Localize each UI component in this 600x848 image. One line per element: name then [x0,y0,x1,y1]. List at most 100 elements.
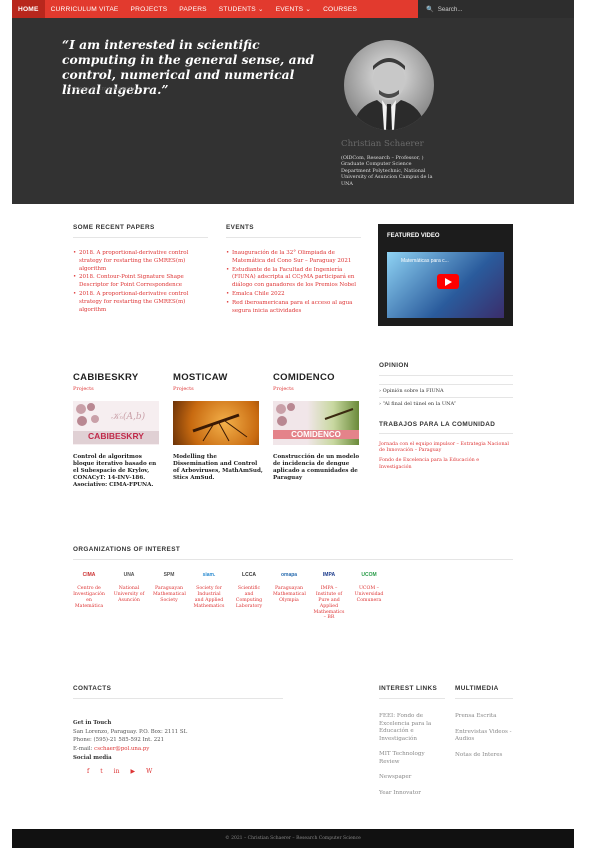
org-logo: UCOM [361,572,377,578]
nav-home[interactable]: HOME [12,0,45,18]
multimedia-link[interactable]: Notas de Interes [455,752,513,760]
list-item[interactable]: 2018. A proportional-derivative control … [73,250,208,273]
org-name[interactable]: Centro de Investigación en Matemática [73,586,105,610]
org-item[interactable]: UCOM UCOM – Universidad Comunera [353,572,385,621]
org-item[interactable]: IMPA IMPA – Institute of Pure and Applied… [313,572,345,621]
divider [73,698,283,699]
nav-events[interactable]: EVENTS ⌄ [270,0,317,18]
interest-link[interactable]: Year Innovator [379,790,445,798]
interest-link[interactable]: Newspaper [379,774,445,782]
project-description: Construcción de un modelo de incidencia … [273,454,360,481]
interest-link[interactable]: FEEI: Fondo de Excelencia para la Educac… [379,713,445,743]
nav-papers[interactable]: PAPERS [173,0,212,18]
search-input[interactable]: 🔍 Search... [418,0,574,18]
divider [379,375,513,376]
divider [226,237,361,238]
facebook-icon[interactable]: f [87,768,89,775]
list-item[interactable]: Inauguración de la 32° Olimpiada de Mate… [226,250,361,266]
wikipedia-icon[interactable]: W [146,768,152,775]
org-item[interactable]: siam. Society for Industrial and Applied … [193,572,225,621]
chevron-down-icon: ⌄ [257,6,264,13]
divider [379,698,445,699]
opinion-link[interactable]: › “Al final del túnel en la UNA” [379,397,513,410]
contact-email[interactable]: cschaer@pol.una.py [94,746,149,752]
chevron-right-icon: › [379,388,381,394]
contacts-subtitle: Get in Touch [73,720,112,726]
divider [73,559,513,560]
opinion-link-label: “Al final del túnel en la UNA” [382,401,456,407]
profile-name: Christian Schaerer [341,139,424,149]
org-name[interactable]: Paraguayan Mathematical Society [153,586,186,604]
recent-papers-list: 2018. A proportional-derivative control … [73,250,208,314]
list-item[interactable]: Red iberoamericana para el acceso al agu… [226,300,361,316]
community-link[interactable]: Jornada con el equipo impulsor – Estrate… [379,442,513,454]
nav-students-label: STUDENTS [218,5,256,13]
org-item[interactable]: omapa Paraguayan Mathematical Olympia [273,572,306,621]
org-name[interactable]: IMPA – Institute of Pure and Applied Mat… [313,586,345,621]
list-item[interactable]: Estudiante de la Facultad de Ingeniería … [226,267,361,290]
events-title: EVENTS [226,224,254,231]
project-description: Control de algoritmos bloque iterativo b… [73,454,157,488]
opinion-section: OPINION › Opinión sobre la FIUNA › “Al f… [379,362,513,410]
org-name[interactable]: Society for Industrial and Applied Mathe… [193,586,225,610]
hero-subtitle[interactable]: Línea de investigación... [74,86,142,92]
org-logo: CIMA [82,572,96,578]
opinion-link-label: Opinión sobre la FIUNA [382,388,444,394]
project-category[interactable]: Projects [273,386,363,392]
multimedia-link[interactable]: Prensa Escrita [455,713,513,721]
events-section: EVENTS Inauguración de la 32° Olimpiada … [226,224,361,316]
org-item[interactable]: SPM Paraguayan Mathematical Society [153,572,186,621]
interest-link[interactable]: MIT Technology Review [379,751,445,766]
org-name[interactable]: UCOM – Universidad Comunera [353,586,385,604]
nav-students[interactable]: STUDENTS ⌄ [213,0,270,18]
project-image[interactable] [173,401,259,445]
list-item[interactable]: 2018. A proportional-derivative control … [73,291,208,314]
recent-papers-section: SOME RECENT PAPERS 2018. A proportional-… [73,224,208,315]
twitter-icon[interactable]: t [100,768,102,775]
project-logo-text: COMIDENCO [273,430,359,439]
project-title[interactable]: MOSTICAW [173,372,263,383]
divider [379,433,513,434]
multimedia-title: MULTIMEDIA [455,685,499,692]
contacts-title: CONTACTS [73,685,112,692]
org-logo: SPM [163,572,175,578]
recent-papers-title: SOME RECENT PAPERS [73,224,155,231]
org-name[interactable]: Scientific and Computing Laboratory [233,586,265,610]
community-section: TRABAJOS PARA LA COMUNIDAD Jornada con e… [379,421,513,471]
project-title[interactable]: CABIBESKRY [73,372,163,383]
nav-courses[interactable]: COURSES [317,0,363,18]
org-logo: IMPA [322,572,336,578]
nav-projects[interactable]: PROJECTS [125,0,174,18]
opinion-link[interactable]: › Opinión sobre la FIUNA [379,384,513,397]
project-image[interactable]: COMIDENCO [273,401,359,445]
play-icon[interactable] [437,274,459,289]
project-category[interactable]: Projects [73,386,163,392]
project-card[interactable]: COMIDENCO Projects COMIDENCO Construcció… [273,372,363,482]
project-description: Modelling the Dissemination and Control … [173,454,263,481]
video-caption: Matemáticas para c... [401,258,449,264]
org-name[interactable]: Paraguayan Mathematical Olympia [273,586,306,604]
project-category[interactable]: Projects [173,386,263,392]
list-item[interactable]: 2018. Contour-Point Signature Shape Desc… [73,274,208,290]
org-item[interactable]: CIMA Centro de Investigación en Matemátic… [73,572,105,621]
org-name[interactable]: National University of Asunción [113,586,145,604]
project-card[interactable]: CABIBESKRY Projects 𝒦ₙ(A,b) CABIBESKRY C… [73,372,163,489]
org-item[interactable]: LCCA Scientific and Computing Laboratory [233,572,265,621]
project-title[interactable]: COMIDENCO [273,372,363,383]
top-nav: HOME CURRICULUM VITAE PROJECTS PAPERS ST… [12,0,574,18]
youtube-icon[interactable]: ▶ [130,768,135,775]
project-card[interactable]: MOSTICAW Projects Modelling the Dissemin… [173,372,263,482]
divider [73,237,208,238]
footer-copyright: © 2021 – Christian Schaerer – Research C… [225,836,361,841]
linkedin-icon[interactable]: in [114,768,120,775]
community-link[interactable]: Fondo de Excelencia para la Educación e … [379,458,513,470]
social-icons: f t in ▶ W [87,768,283,775]
divider [455,698,513,699]
org-item[interactable]: UNA National University of Asunción [113,572,145,621]
list-item[interactable]: Emalca Chile 2022 [226,291,361,299]
multimedia-link[interactable]: Entrevistas Videos - Audios [455,729,513,744]
project-image[interactable]: 𝒦ₙ(A,b) CABIBESKRY [73,401,159,445]
nav-curriculum[interactable]: CURRICULUM VITAE [45,0,125,18]
org-logo: LCCA [242,572,256,578]
video-player[interactable]: Matemáticas para c... [387,252,504,318]
